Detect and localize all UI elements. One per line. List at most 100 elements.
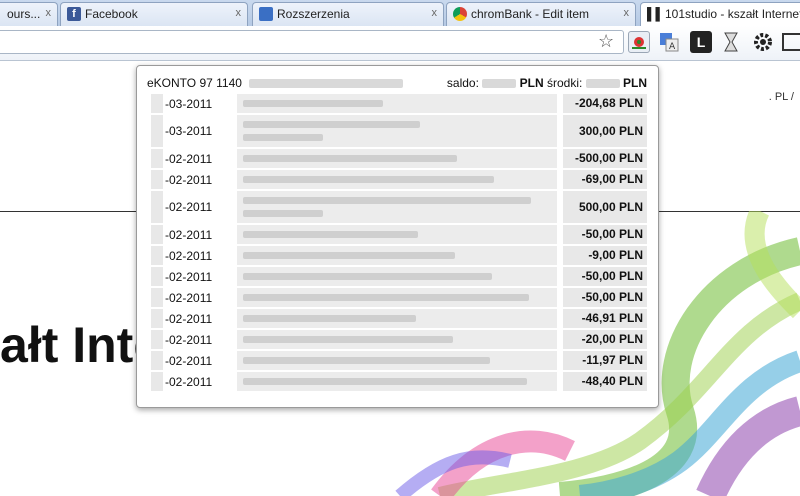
transaction-date: -02-2011 xyxy=(165,311,213,326)
svg-text:A: A xyxy=(669,42,676,52)
bookmark-star-icon[interactable]: ☆ xyxy=(598,31,614,52)
blurred-text xyxy=(243,315,416,322)
blurred-day xyxy=(151,149,163,168)
tab-1[interactable]: ours... x xyxy=(0,2,58,26)
blurred-text xyxy=(243,273,492,280)
transaction-amount: -20,00 PLN xyxy=(563,330,647,349)
blurred-day xyxy=(151,94,163,113)
tab-chrombank-close-icon[interactable]: x xyxy=(624,7,630,19)
blurred-description xyxy=(237,246,557,265)
tab-101studio-label: 101studio - kszałt Internetu xyxy=(665,7,800,21)
tab-chrombank-label: chromBank - Edit item xyxy=(471,7,590,21)
tab-1-close-icon[interactable]: x xyxy=(46,7,52,19)
blurred-day xyxy=(151,330,163,349)
transaction-date: -02-2011 xyxy=(165,332,213,347)
tab-101studio[interactable]: ▌▌ 101studio - kszałt Internetu xyxy=(640,2,800,26)
blurred-text xyxy=(243,294,529,301)
transaction-row: -02-2011 -500,00 PLN xyxy=(151,149,647,168)
transaction-date: -02-2011 xyxy=(165,151,213,166)
blurred-description xyxy=(237,115,557,147)
blurred-text xyxy=(243,252,455,259)
blurred-text xyxy=(243,378,527,385)
blurred-description xyxy=(237,149,557,168)
puzzle-icon xyxy=(259,7,273,21)
blurred-description xyxy=(237,94,557,113)
language-switch[interactable]: . PL / xyxy=(769,91,794,103)
tab-rozszerzenia-label: Rozszerzenia xyxy=(277,7,350,21)
blurred-text xyxy=(243,155,457,162)
transaction-amount: 300,00 PLN xyxy=(563,115,647,147)
blurred-text xyxy=(243,121,420,128)
transaction-amount: -48,40 PLN xyxy=(563,372,647,391)
blurred-day xyxy=(151,191,163,223)
transaction-amount: -50,00 PLN xyxy=(563,288,647,307)
blurred-description xyxy=(237,330,557,349)
gear-icon[interactable] xyxy=(752,31,774,53)
tab-chrombank[interactable]: chromBank - Edit item x xyxy=(446,2,636,26)
srodki-label: środki: xyxy=(546,76,583,90)
blurred-description xyxy=(237,372,557,391)
transaction-row: -03-2011 300,00 PLN xyxy=(151,115,647,147)
blurred-text xyxy=(243,100,383,107)
transaction-row: -02-2011 500,00 PLN xyxy=(151,191,647,223)
blurred-text xyxy=(243,231,418,238)
bank-extension-icon[interactable] xyxy=(628,31,650,53)
facebook-icon: f xyxy=(67,7,81,21)
tab-facebook-close-icon[interactable]: x xyxy=(236,7,242,19)
bank-popup: eKONTO 97 1140 saldo: PLN środki: PLN -0… xyxy=(136,65,659,408)
transaction-amount: -69,00 PLN xyxy=(563,170,647,189)
blurred-day xyxy=(151,246,163,265)
transaction-row: -02-2011 -48,40 PLN xyxy=(151,372,647,391)
blurred-description xyxy=(237,225,557,244)
blurred-day xyxy=(151,351,163,370)
transaction-amount: -9,00 PLN xyxy=(563,246,647,265)
l-icon[interactable]: L xyxy=(690,31,712,53)
transaction-date: -02-2011 xyxy=(165,269,213,284)
window-menu-icon[interactable] xyxy=(782,33,800,51)
blurred-text xyxy=(243,336,453,343)
blurred-description xyxy=(237,309,557,328)
transaction-amount: -50,00 PLN xyxy=(563,225,647,244)
blurred-description xyxy=(237,170,557,189)
transaction-date: -02-2011 xyxy=(165,200,213,214)
transaction-row: -02-2011 -50,00 PLN xyxy=(151,288,647,307)
transaction-amount: -204,68 PLN xyxy=(563,94,647,113)
blurred-saldo-value xyxy=(482,79,517,89)
blurred-day xyxy=(151,309,163,328)
blurred-text xyxy=(243,357,490,364)
transaction-amount: -11,97 PLN xyxy=(563,351,647,370)
blurred-day xyxy=(151,170,163,189)
blurred-text xyxy=(243,210,323,217)
tab-strip: ours... x f Facebook x Rozszerzenia x ch… xyxy=(0,0,800,26)
transaction-date: -03-2011 xyxy=(165,96,213,111)
address-bar[interactable] xyxy=(0,30,624,54)
transaction-date: -03-2011 xyxy=(165,124,213,138)
hourglass-icon[interactable] xyxy=(720,31,742,53)
tab-rozszerzenia-close-icon[interactable]: x xyxy=(432,7,438,19)
blurred-description xyxy=(237,351,557,370)
transaction-row: -02-2011 -50,00 PLN xyxy=(151,225,647,244)
transaction-row: -03-2011 -204,68 PLN xyxy=(151,94,647,113)
transaction-date: -02-2011 xyxy=(165,227,213,242)
tab-facebook-label: Facebook xyxy=(85,7,138,21)
transaction-row: -02-2011 -11,97 PLN xyxy=(151,351,647,370)
transaction-date: -02-2011 xyxy=(165,290,213,305)
account-label: eKONTO 97 1140 xyxy=(147,76,242,90)
transaction-row: -02-2011 -69,00 PLN xyxy=(151,170,647,189)
tab-rozszerzenia[interactable]: Rozszerzenia x xyxy=(252,2,444,26)
translate-icon[interactable]: A xyxy=(658,31,680,53)
blurred-account-number xyxy=(249,79,404,89)
transaction-row: -02-2011 -50,00 PLN xyxy=(151,267,647,286)
blurred-description xyxy=(237,288,557,307)
blurred-day xyxy=(151,225,163,244)
transaction-amount: 500,00 PLN xyxy=(563,191,647,223)
blurred-description xyxy=(237,267,557,286)
transaction-amount: -50,00 PLN xyxy=(563,267,647,286)
transaction-date: -02-2011 xyxy=(165,248,213,263)
blurred-day xyxy=(151,288,163,307)
balance-info: saldo: PLN środki: PLN xyxy=(447,76,647,90)
studio-logo-icon: ▌▌ xyxy=(647,7,665,21)
transaction-row: -02-2011 -20,00 PLN xyxy=(151,330,647,349)
saldo-currency: PLN xyxy=(519,76,544,90)
tab-facebook[interactable]: f Facebook x xyxy=(60,2,248,26)
